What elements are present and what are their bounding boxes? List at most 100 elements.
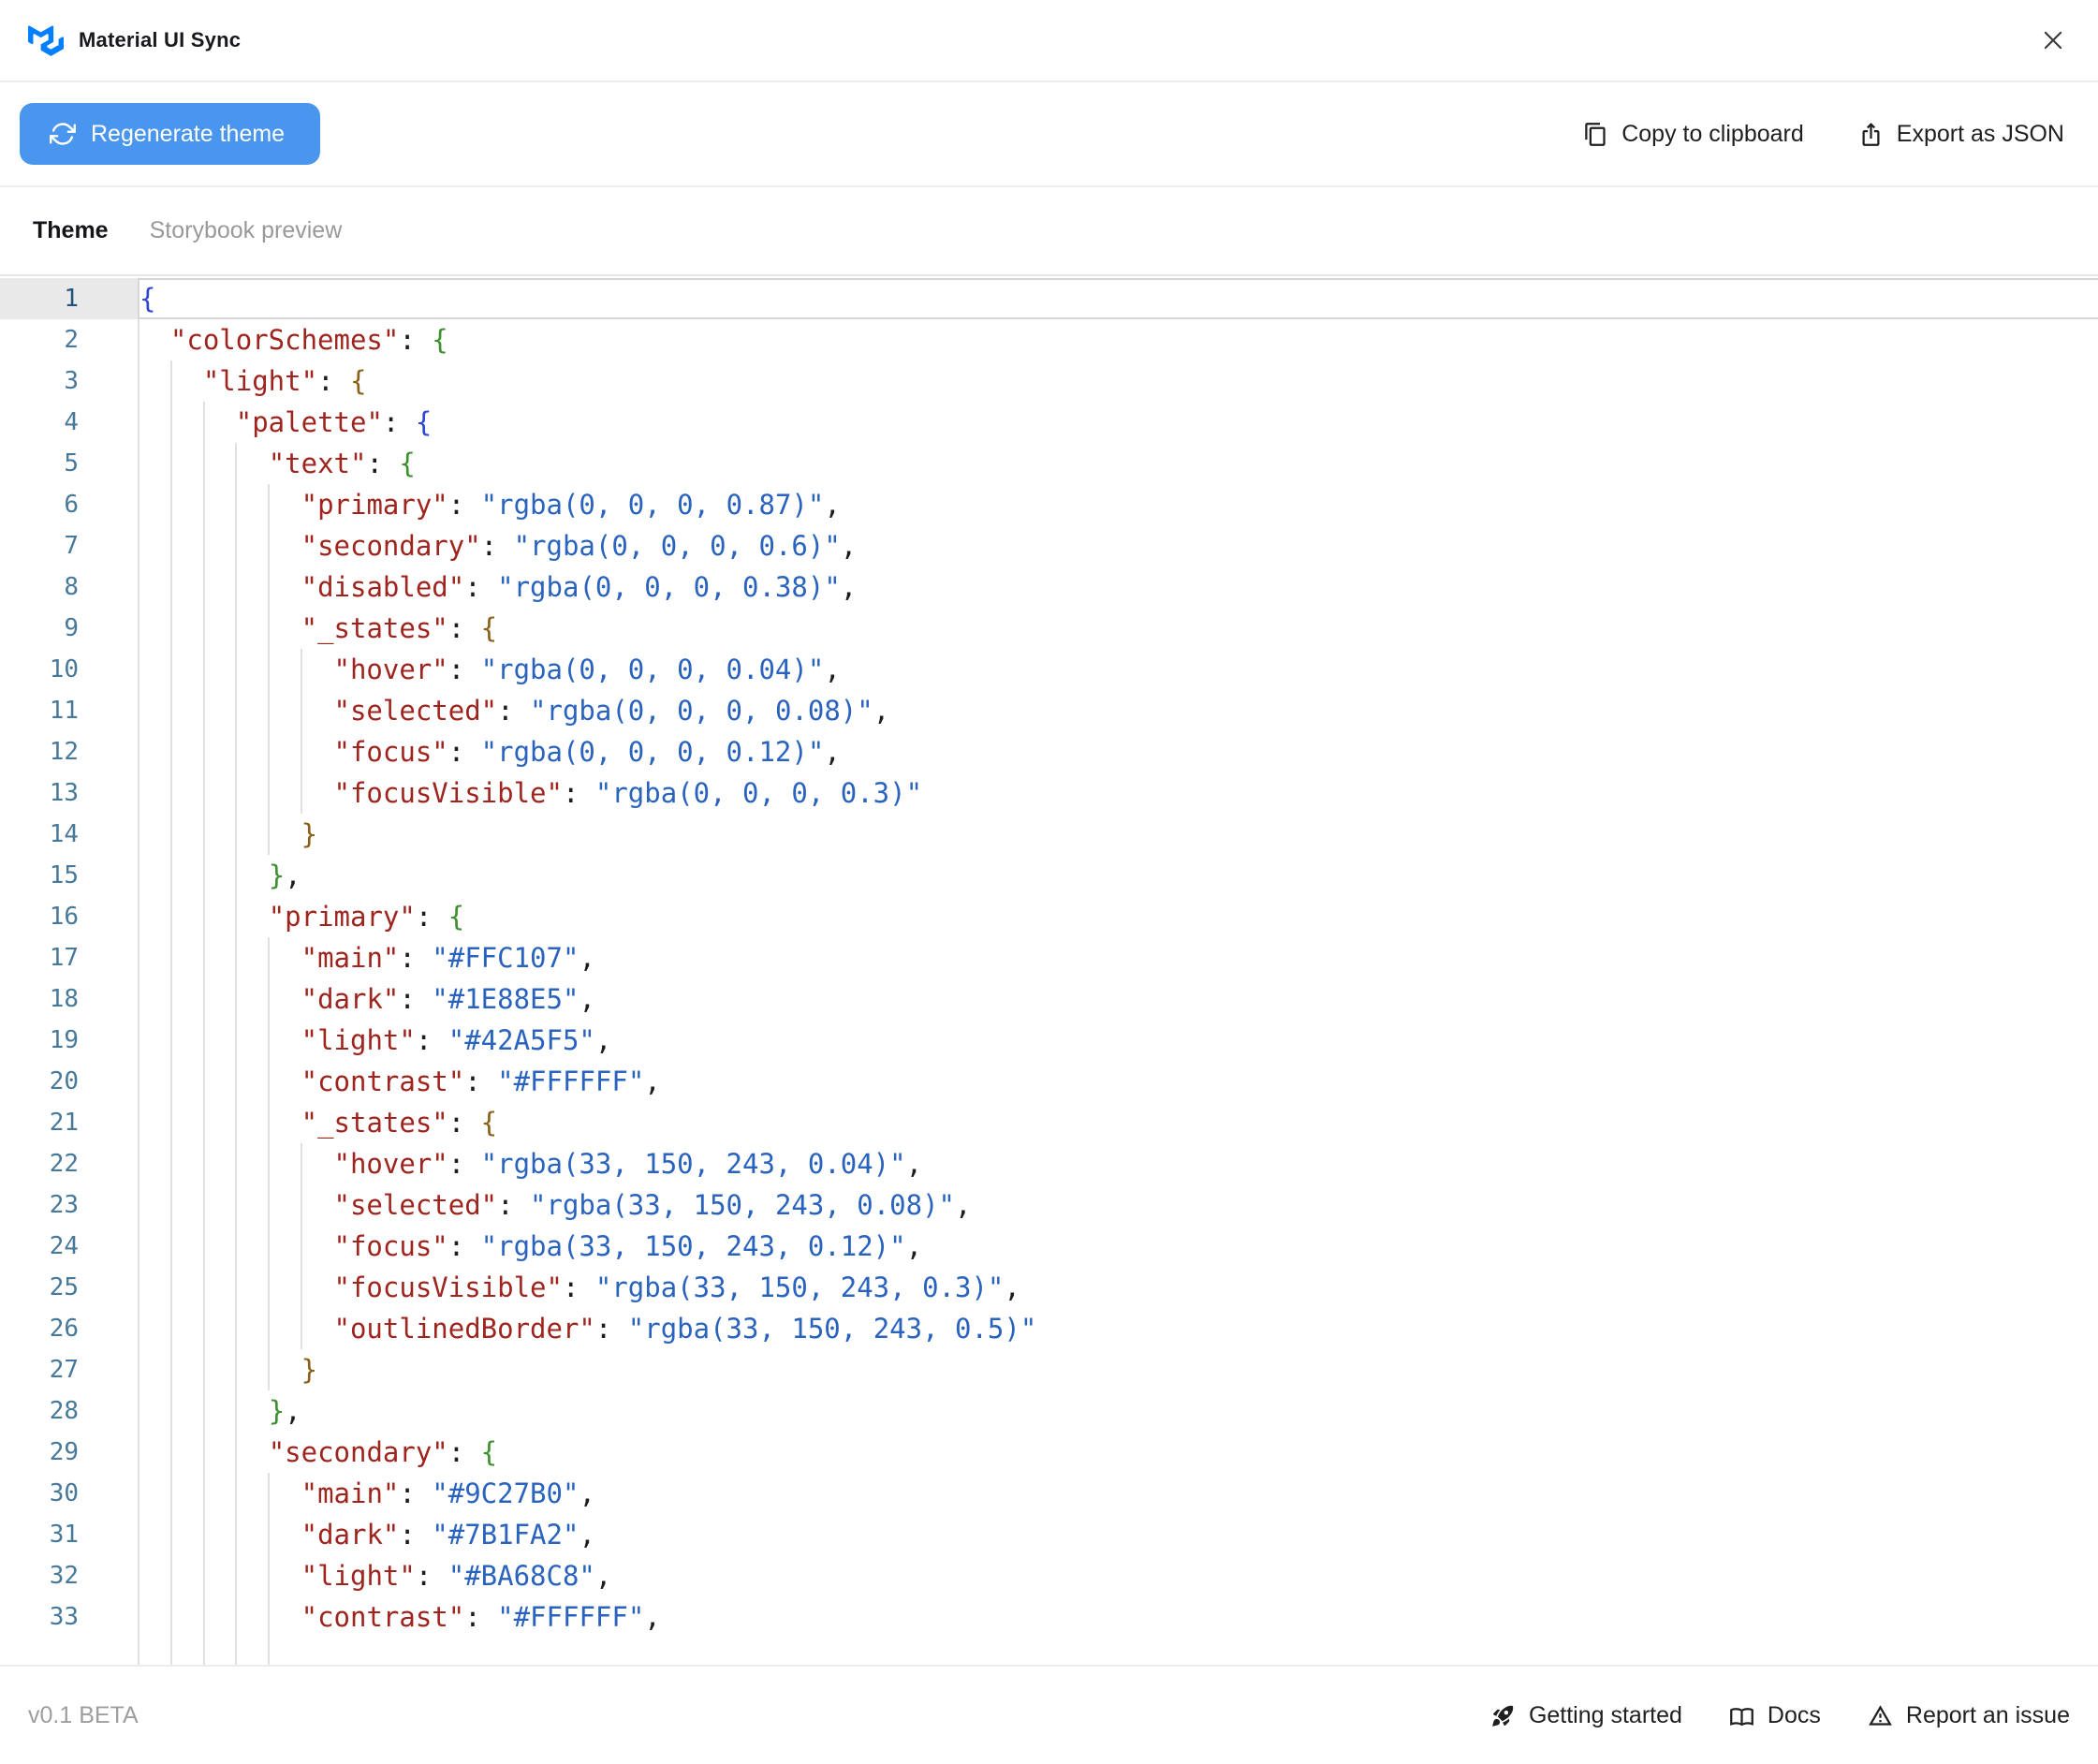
header: Material UI Sync bbox=[0, 0, 2098, 82]
copy-to-clipboard-button[interactable]: Copy to clipboard bbox=[1583, 121, 1804, 148]
code-line-content: "focus": "rgba(0, 0, 0, 0.12)", bbox=[138, 731, 2098, 772]
rocket-icon bbox=[1490, 1703, 1516, 1728]
docs-link[interactable]: Docs bbox=[1729, 1702, 1821, 1729]
code-line-content: "secondary": "rgba(0, 0, 0, 0.6)", bbox=[138, 525, 2098, 566]
toolbar-actions: Copy to clipboard Export as JSON bbox=[1583, 121, 2064, 148]
code-line-8[interactable]: 8 "disabled": "rgba(0, 0, 0, 0.38)", bbox=[0, 566, 2098, 608]
code-line-33[interactable]: 33 "contrast": "#FFFFFF", bbox=[0, 1596, 2098, 1638]
code-line-content: "secondary": { bbox=[138, 1432, 2098, 1473]
copy-icon bbox=[1583, 122, 1608, 147]
code-line-13[interactable]: 13 "focusVisible": "rgba(0, 0, 0, 0.3)" bbox=[0, 772, 2098, 814]
code-line-content: }, bbox=[138, 1390, 2098, 1432]
code-line-28[interactable]: 28 }, bbox=[0, 1390, 2098, 1432]
line-number: 26 bbox=[0, 1308, 138, 1349]
code-line-20[interactable]: 20 "contrast": "#FFFFFF", bbox=[0, 1061, 2098, 1102]
code-line-9[interactable]: 9 "_states": { bbox=[0, 608, 2098, 649]
regenerate-theme-button[interactable]: Regenerate theme bbox=[20, 103, 320, 165]
code-line-content: "outlinedBorder": "rgba(33, 150, 243, 0.… bbox=[138, 1308, 2098, 1349]
code-line-content: "focus": "rgba(33, 150, 243, 0.12)", bbox=[138, 1226, 2098, 1267]
tab-theme[interactable]: Theme bbox=[33, 217, 109, 244]
getting-started-label: Getting started bbox=[1529, 1702, 1682, 1729]
code-line-content: "_states": { bbox=[138, 608, 2098, 649]
report-issue-link[interactable]: Report an issue bbox=[1868, 1702, 2070, 1729]
code-line-1[interactable]: 1{ bbox=[0, 278, 2098, 319]
code-line-content: "colorSchemes": { bbox=[138, 319, 2098, 360]
code-line-content: "contrast": "#FFFFFF", bbox=[138, 1596, 2098, 1638]
tab-storybook-preview[interactable]: Storybook preview bbox=[150, 217, 343, 244]
code-line-21[interactable]: 21 "_states": { bbox=[0, 1102, 2098, 1143]
code-line-4[interactable]: 4 "palette": { bbox=[0, 402, 2098, 443]
line-number: 20 bbox=[0, 1061, 138, 1102]
export-as-json-button[interactable]: Export as JSON bbox=[1858, 121, 2064, 148]
docs-label: Docs bbox=[1768, 1702, 1821, 1729]
code-line-content: { bbox=[138, 278, 2098, 319]
code-line-14[interactable]: 14 } bbox=[0, 814, 2098, 855]
copy-to-clipboard-label: Copy to clipboard bbox=[1621, 121, 1804, 148]
code-line-7[interactable]: 7 "secondary": "rgba(0, 0, 0, 0.6)", bbox=[0, 525, 2098, 566]
line-number: 25 bbox=[0, 1267, 138, 1308]
code-editor[interactable]: 1{2 "colorSchemes": {3 "light": {4 "pale… bbox=[0, 276, 2098, 1665]
code-line-10[interactable]: 10 "hover": "rgba(0, 0, 0, 0.04)", bbox=[0, 649, 2098, 690]
code-line-32[interactable]: 32 "light": "#BA68C8", bbox=[0, 1555, 2098, 1596]
code-line-2[interactable]: 2 "colorSchemes": { bbox=[0, 319, 2098, 360]
code-line-25[interactable]: 25 "focusVisible": "rgba(33, 150, 243, 0… bbox=[0, 1267, 2098, 1308]
report-issue-label: Report an issue bbox=[1906, 1702, 2070, 1729]
code-line-content: "dark": "#7B1FA2", bbox=[138, 1514, 2098, 1555]
code-line-23[interactable]: 23 "selected": "rgba(33, 150, 243, 0.08)… bbox=[0, 1184, 2098, 1226]
code-line-26[interactable]: 26 "outlinedBorder": "rgba(33, 150, 243,… bbox=[0, 1308, 2098, 1349]
line-number: 22 bbox=[0, 1143, 138, 1184]
code-line-5[interactable]: 5 "text": { bbox=[0, 443, 2098, 484]
code-lines: 1{2 "colorSchemes": {3 "light": {4 "pale… bbox=[0, 278, 2098, 1638]
line-number: 33 bbox=[0, 1596, 138, 1638]
code-line-content: "primary": { bbox=[138, 896, 2098, 937]
line-number: 1 bbox=[0, 278, 138, 319]
code-line-content: "light": { bbox=[138, 360, 2098, 402]
code-line-content: "text": { bbox=[138, 443, 2098, 484]
line-number: 30 bbox=[0, 1473, 138, 1514]
line-number: 14 bbox=[0, 814, 138, 855]
code-line-content: }, bbox=[138, 855, 2098, 896]
footer-links: Getting started Docs Report an issue bbox=[1490, 1702, 2070, 1729]
line-number: 15 bbox=[0, 855, 138, 896]
close-button[interactable] bbox=[2034, 22, 2072, 59]
code-line-31[interactable]: 31 "dark": "#7B1FA2", bbox=[0, 1514, 2098, 1555]
code-line-content: } bbox=[138, 1349, 2098, 1390]
code-line-content: "selected": "rgba(33, 150, 243, 0.08)", bbox=[138, 1184, 2098, 1226]
export-icon bbox=[1858, 122, 1884, 147]
warning-icon bbox=[1868, 1703, 1893, 1728]
line-number: 23 bbox=[0, 1184, 138, 1226]
line-number: 21 bbox=[0, 1102, 138, 1143]
line-number: 7 bbox=[0, 525, 138, 566]
code-line-24[interactable]: 24 "focus": "rgba(33, 150, 243, 0.12)", bbox=[0, 1226, 2098, 1267]
code-line-16[interactable]: 16 "primary": { bbox=[0, 896, 2098, 937]
getting-started-link[interactable]: Getting started bbox=[1490, 1702, 1682, 1729]
code-line-11[interactable]: 11 "selected": "rgba(0, 0, 0, 0.08)", bbox=[0, 690, 2098, 731]
code-line-17[interactable]: 17 "main": "#FFC107", bbox=[0, 937, 2098, 978]
book-icon bbox=[1729, 1703, 1754, 1728]
line-number: 27 bbox=[0, 1349, 138, 1390]
line-number: 4 bbox=[0, 402, 138, 443]
material-ui-sync-panel: Material UI Sync Regenerate theme Copy bbox=[0, 0, 2098, 1764]
line-number: 9 bbox=[0, 608, 138, 649]
code-line-22[interactable]: 22 "hover": "rgba(33, 150, 243, 0.04)", bbox=[0, 1143, 2098, 1184]
line-number: 10 bbox=[0, 649, 138, 690]
line-number: 31 bbox=[0, 1514, 138, 1555]
code-line-content: "hover": "rgba(0, 0, 0, 0.04)", bbox=[138, 649, 2098, 690]
code-line-3[interactable]: 3 "light": { bbox=[0, 360, 2098, 402]
code-line-27[interactable]: 27 } bbox=[0, 1349, 2098, 1390]
code-line-content: "focusVisible": "rgba(0, 0, 0, 0.3)" bbox=[138, 772, 2098, 814]
code-line-18[interactable]: 18 "dark": "#1E88E5", bbox=[0, 978, 2098, 1020]
code-line-12[interactable]: 12 "focus": "rgba(0, 0, 0, 0.12)", bbox=[0, 731, 2098, 772]
regenerate-theme-label: Regenerate theme bbox=[91, 121, 285, 148]
code-line-30[interactable]: 30 "main": "#9C27B0", bbox=[0, 1473, 2098, 1514]
line-number: 12 bbox=[0, 731, 138, 772]
code-line-6[interactable]: 6 "primary": "rgba(0, 0, 0, 0.87)", bbox=[0, 484, 2098, 525]
code-line-19[interactable]: 19 "light": "#42A5F5", bbox=[0, 1020, 2098, 1061]
code-line-29[interactable]: 29 "secondary": { bbox=[0, 1432, 2098, 1473]
line-number: 3 bbox=[0, 360, 138, 402]
code-line-content: "light": "#42A5F5", bbox=[138, 1020, 2098, 1061]
line-number: 5 bbox=[0, 443, 138, 484]
code-line-15[interactable]: 15 }, bbox=[0, 855, 2098, 896]
code-line-content: "main": "#9C27B0", bbox=[138, 1473, 2098, 1514]
mui-logo-icon bbox=[28, 24, 64, 56]
